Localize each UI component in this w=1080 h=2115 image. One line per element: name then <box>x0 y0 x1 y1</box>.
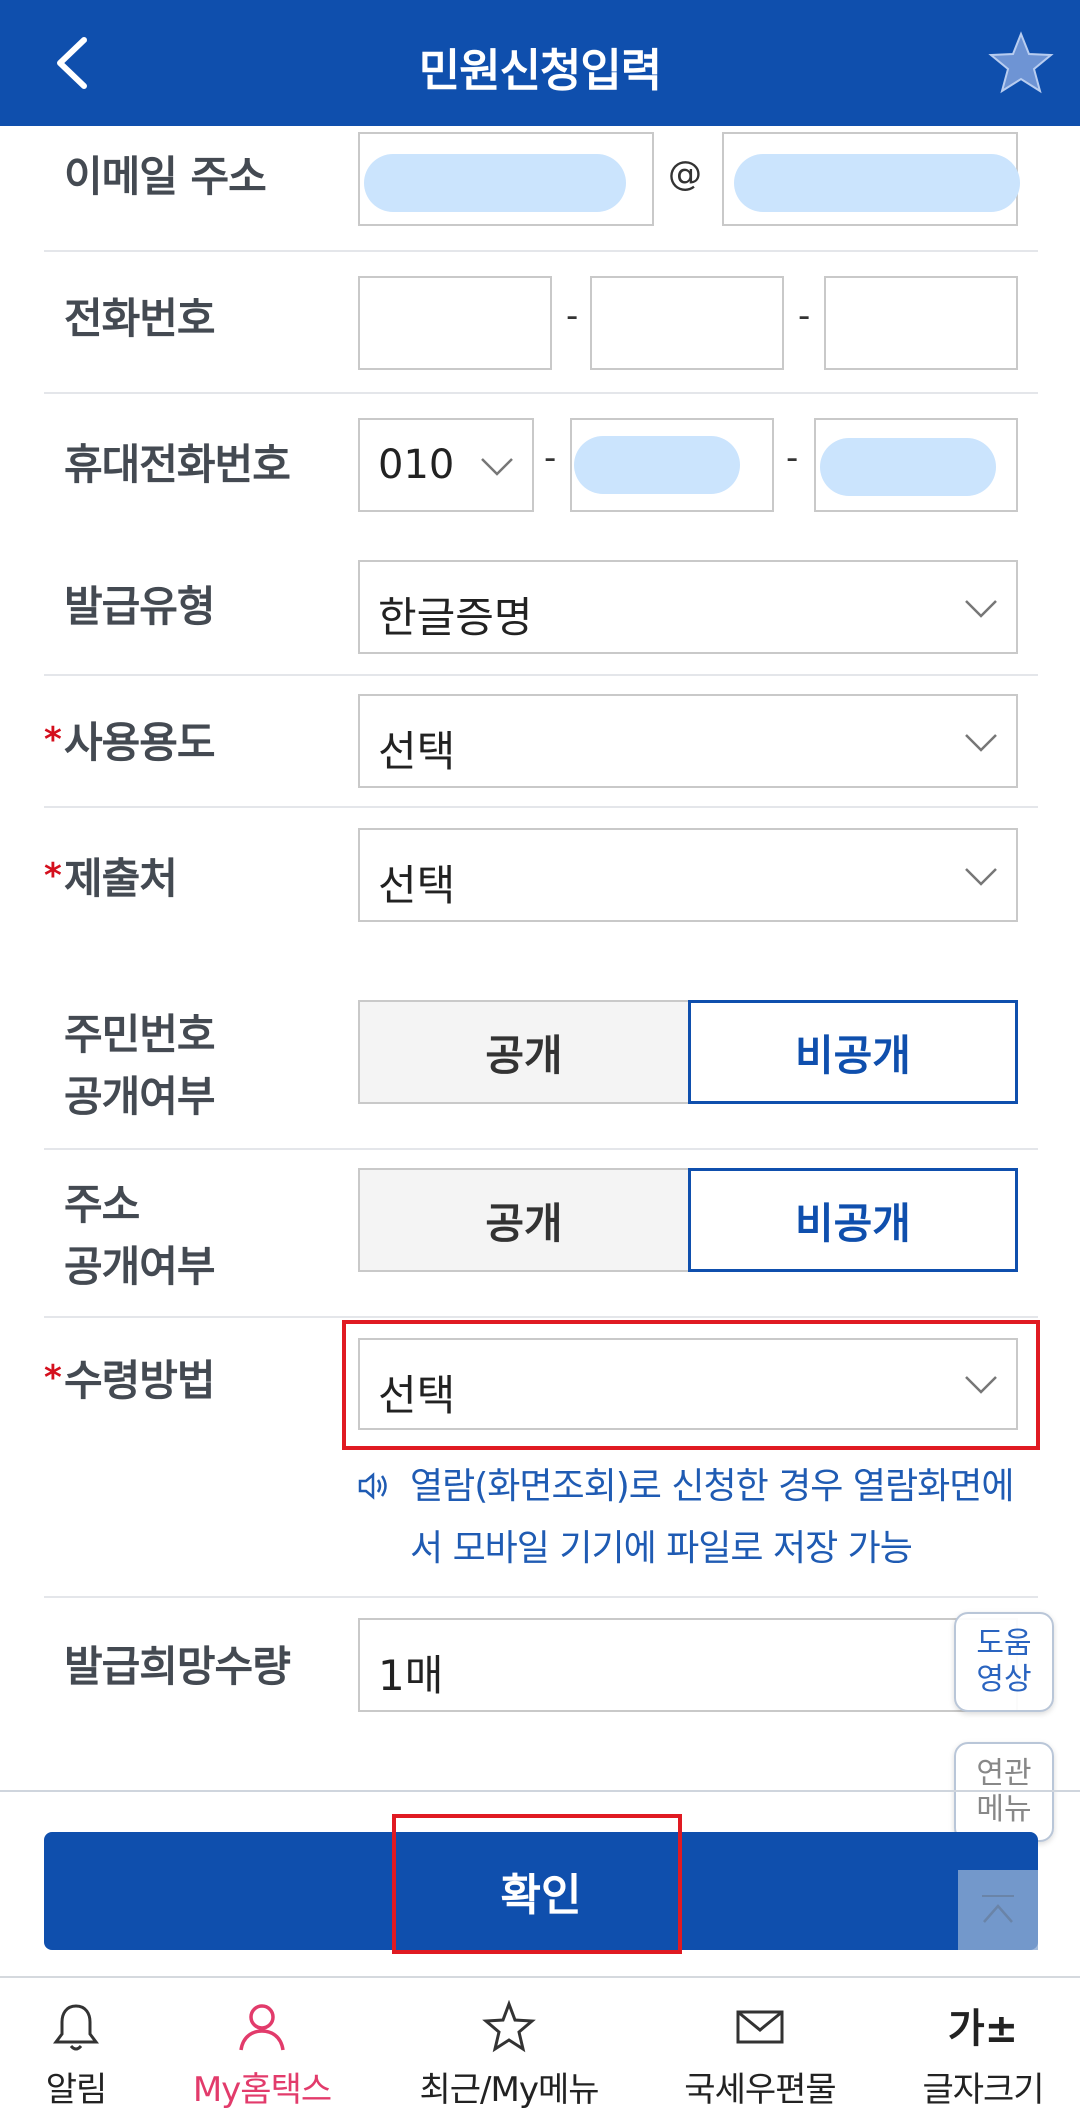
mobile-part3-input[interactable] <box>814 418 1018 512</box>
phone-label: 전화번호 <box>64 294 216 343</box>
tab-tax-mail[interactable]: 국세우편물 <box>662 1978 858 2115</box>
scroll-top-button[interactable] <box>958 1870 1038 1950</box>
help-line2: 영상 <box>976 1662 1032 1697</box>
tab-label: 최근/My메뉴 <box>419 2070 599 2110</box>
mail-icon <box>736 2010 784 2044</box>
help-line1: 도움 <box>976 1626 1032 1661</box>
at-sign: @ <box>668 154 702 194</box>
mobile-row: 휴대전화번호 010 - - <box>44 394 1038 536</box>
mobile-label: 휴대전화번호 <box>64 440 291 489</box>
tab-recent-menu[interactable]: 최근/My메뉴 <box>400 1978 618 2115</box>
chevron-down-icon <box>965 868 997 886</box>
submit-to-select[interactable]: 선택 <box>358 828 1018 922</box>
blurred-value <box>734 154 1020 212</box>
quantity-row: 발급희망수량 1매 <box>44 1598 1038 1738</box>
dash: - <box>566 296 579 336</box>
addr-public-label-line2: 공개여부 <box>64 1242 216 1291</box>
phone-part3-input[interactable] <box>824 276 1018 370</box>
email-label: 이메일 주소 <box>64 152 267 201</box>
email-row: 이메일 주소 @ <box>44 126 1038 252</box>
highlight-frame <box>342 1320 1040 1450</box>
tab-text-size[interactable]: 가± 글자크기 <box>898 1978 1068 2115</box>
purpose-select[interactable]: 선택 <box>358 694 1018 788</box>
issue-type-value: 한글증명 <box>378 593 533 642</box>
required-mark: * <box>44 856 62 896</box>
chevron-down-icon <box>481 458 513 476</box>
bottom-tab-bar: 알림 My홈택스 최근/My메뉴 국세우편물 가± 글자크기 <box>0 1976 1080 2115</box>
chevron-up-icon <box>982 1895 1014 1923</box>
quantity-label: 발급희망수량 <box>64 1642 291 1691</box>
purpose-row: * 사용용도 선택 <box>44 676 1038 808</box>
person-icon <box>239 2004 285 2051</box>
rrn-public-label-line2: 공개여부 <box>64 1072 216 1121</box>
page-title: 민원신청입력 <box>418 44 662 97</box>
mobile-part2-input[interactable] <box>570 418 774 512</box>
required-mark: * <box>44 1358 62 1398</box>
bell-icon <box>53 2004 99 2051</box>
receive-method-label: 수령방법 <box>64 1356 216 1405</box>
dash: - <box>786 438 799 478</box>
issue-type-row: 발급유형 한글증명 <box>44 536 1038 676</box>
tab-label: My홈택스 <box>192 2070 332 2110</box>
related-line1: 연관 <box>976 1756 1032 1791</box>
star-icon <box>482 2000 536 2053</box>
submit-to-value: 선택 <box>378 861 456 910</box>
mobile-prefix-value: 010 <box>378 442 455 488</box>
rrn-public-label-line1: 주민번호 <box>64 1010 216 1059</box>
tab-my-hometax[interactable]: My홈택스 <box>172 1978 352 2115</box>
purpose-value: 선택 <box>378 727 456 776</box>
addr-private-option[interactable]: 비공개 <box>688 1168 1018 1272</box>
issue-type-select[interactable]: 한글증명 <box>358 560 1018 654</box>
help-video-button[interactable]: 도움 영상 <box>954 1612 1054 1712</box>
speaker-icon <box>358 1472 387 1500</box>
addr-public-label-line1: 주소 <box>64 1180 140 1229</box>
purpose-label: 사용용도 <box>64 718 216 767</box>
dash: - <box>798 296 811 336</box>
phone-part1-input[interactable] <box>358 276 552 370</box>
receive-method-note: 열람(화면조회)로 신청한 경우 열람화면에서 모바일 기기에 파일로 저장 가… <box>356 1456 1036 1580</box>
app-header: 민원신청입력 <box>0 0 1080 126</box>
tab-label: 알림 <box>45 2070 108 2110</box>
email-domain-input[interactable] <box>722 132 1020 226</box>
dash: - <box>544 438 557 478</box>
submit-to-label: 제출처 <box>64 854 178 903</box>
rrn-private-option[interactable]: 비공개 <box>688 1000 1018 1104</box>
addr-public-row: 주소 공개여부 공개 비공개 <box>44 1150 1038 1318</box>
favorite-star-icon[interactable] <box>988 30 1054 96</box>
required-mark: * <box>44 720 62 760</box>
quantity-input[interactable]: 1매 <box>358 1618 1018 1712</box>
related-menu-button[interactable]: 연관 메뉴 <box>954 1742 1054 1842</box>
quantity-value: 1매 <box>378 1651 444 1700</box>
blurred-value <box>820 438 996 496</box>
highlight-frame <box>392 1814 682 1954</box>
blurred-value <box>574 436 740 494</box>
tab-label: 글자크기 <box>922 2070 1044 2110</box>
tab-alarm[interactable]: 알림 <box>0 1978 152 2115</box>
issue-type-label: 발급유형 <box>64 582 216 631</box>
phone-row: 전화번호 - - <box>44 252 1038 394</box>
email-id-input[interactable] <box>358 132 654 226</box>
chevron-down-icon <box>965 600 997 618</box>
mobile-prefix-select[interactable]: 010 <box>358 418 534 512</box>
addr-public-option[interactable]: 공개 <box>358 1168 690 1272</box>
rrn-public-row: 주민번호 공개여부 공개 비공개 <box>44 978 1038 1150</box>
chevron-down-icon <box>965 734 997 752</box>
tab-label: 국세우편물 <box>684 2070 836 2110</box>
rrn-public-option[interactable]: 공개 <box>358 1000 690 1104</box>
submit-to-row: * 제출처 선택 <box>44 808 1038 978</box>
note-text: 열람(화면조회)로 신청한 경우 열람화면에서 모바일 기기에 파일로 저장 가… <box>410 1466 1014 1569</box>
text-size-icon: 가± <box>947 2006 1019 2052</box>
blurred-value <box>364 154 626 212</box>
divider <box>0 1790 1080 1792</box>
phone-part2-input[interactable] <box>590 276 784 370</box>
related-line2: 메뉴 <box>976 1792 1032 1827</box>
